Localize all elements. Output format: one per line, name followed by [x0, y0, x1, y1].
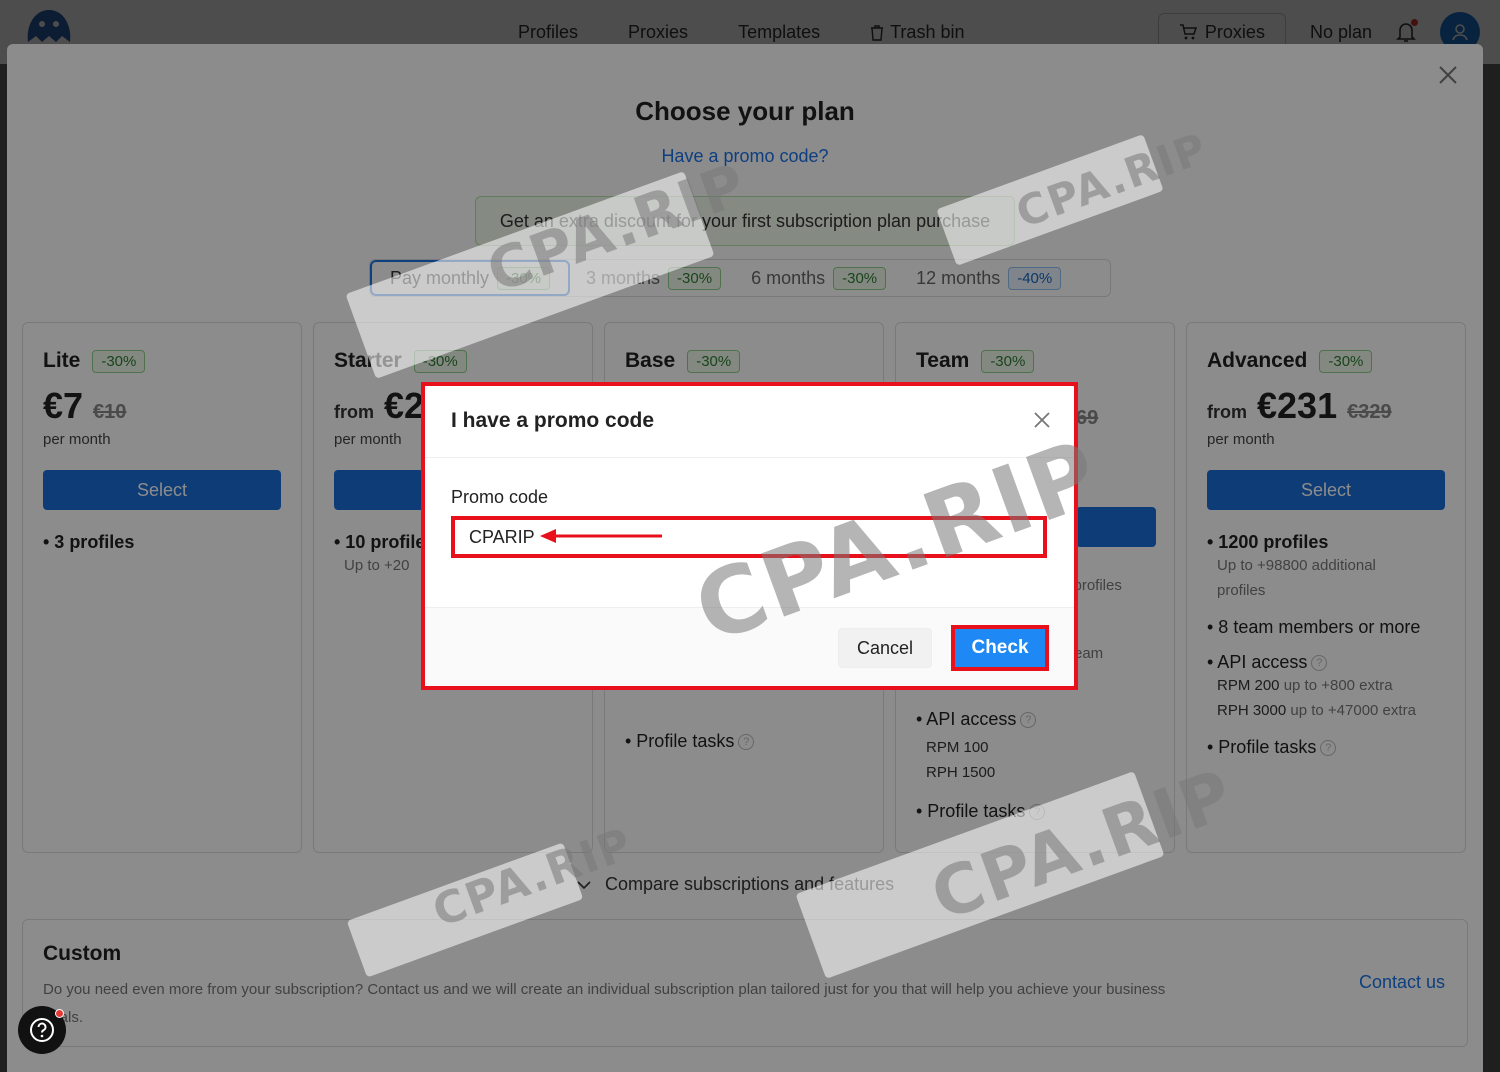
promo-modal-footer: Cancel Check: [424, 607, 1075, 687]
close-icon[interactable]: [1033, 411, 1051, 429]
promo-modal-title: I have a promo code: [451, 409, 655, 432]
promo-modal-header: I have a promo code: [424, 385, 1075, 458]
red-arrow-icon: [540, 529, 662, 543]
question-icon: [30, 1018, 54, 1042]
help-chat-button[interactable]: [18, 1006, 66, 1054]
check-button[interactable]: Check: [951, 625, 1049, 671]
notification-dot: [55, 1009, 64, 1018]
promo-code-label: Promo code: [451, 487, 549, 507]
cancel-button[interactable]: Cancel: [838, 628, 932, 668]
promo-code-modal: I have a promo code Promo code CPARIP Ca…: [424, 385, 1075, 687]
